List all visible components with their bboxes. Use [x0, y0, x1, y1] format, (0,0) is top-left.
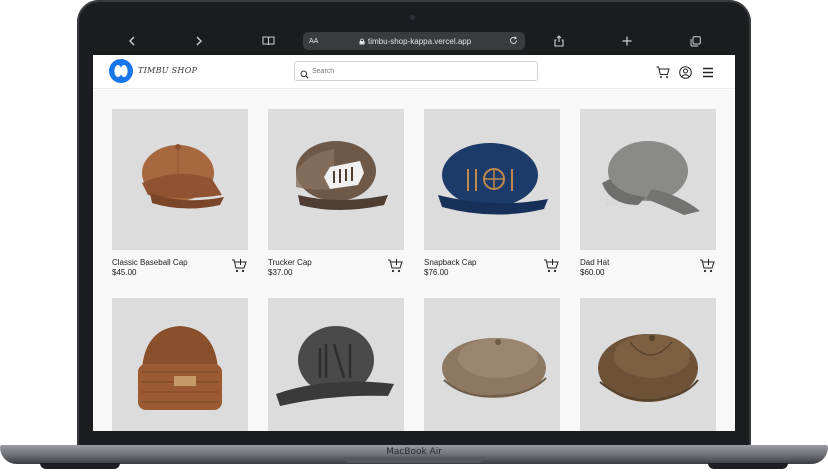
- camera-dot: [410, 15, 415, 20]
- product-image[interactable]: [424, 109, 560, 250]
- product-price: $45.00: [112, 268, 137, 277]
- product-name[interactable]: Classic Baseball Cap: [112, 258, 188, 267]
- product-image[interactable]: [580, 298, 716, 431]
- add-to-cart-icon[interactable]: [387, 257, 404, 274]
- product-card[interactable]: Trucker Cap $37.00: [268, 109, 404, 283]
- url-text: timbu-shop-kappa.vercel.app: [368, 36, 472, 46]
- product-image[interactable]: [112, 298, 248, 431]
- search-box[interactable]: [294, 61, 538, 81]
- search-icon: [300, 66, 309, 84]
- product-price: $60.00: [580, 268, 605, 277]
- lock-icon: [359, 38, 365, 44]
- product-price: $37.00: [268, 268, 293, 277]
- laptop-hinge-groove: [344, 457, 484, 463]
- browser-toolbar: AA timbu-shop-kappa.vercel.app: [93, 27, 735, 55]
- add-to-cart-icon[interactable]: [699, 257, 716, 274]
- add-to-cart-icon[interactable]: [231, 257, 248, 274]
- product-card[interactable]: [424, 298, 560, 431]
- product-image[interactable]: [268, 109, 404, 250]
- device-model-label: MacBook Air: [386, 447, 442, 457]
- product-name[interactable]: Trucker Cap: [268, 258, 312, 267]
- text-size-button[interactable]: AA: [309, 38, 318, 45]
- product-image[interactable]: [424, 298, 560, 431]
- laptop-screen: AA timbu-shop-kappa.vercel.app TIMBU SHO…: [93, 27, 735, 431]
- product-grid: Classic Baseball Cap $45.00 Trucker Cap: [93, 90, 735, 431]
- search-input[interactable]: [312, 65, 532, 78]
- shop-logo-icon[interactable]: [109, 59, 133, 83]
- product-name[interactable]: Dad Hat: [580, 258, 609, 267]
- reload-icon[interactable]: [509, 36, 518, 47]
- laptop-foot-right: [708, 463, 788, 469]
- tabs-overview-icon[interactable]: [687, 33, 703, 49]
- bookmarks-book-icon[interactable]: [260, 33, 276, 49]
- product-card[interactable]: [268, 298, 404, 431]
- product-card[interactable]: Classic Baseball Cap $45.00: [112, 109, 248, 283]
- product-price: $76.00: [424, 268, 449, 277]
- add-to-cart-icon[interactable]: [543, 257, 560, 274]
- logo-wordmark[interactable]: TIMBU SHOP: [138, 66, 197, 75]
- new-tab-plus-icon[interactable]: [619, 33, 635, 49]
- laptop-foot-left: [40, 463, 120, 469]
- product-image[interactable]: [580, 109, 716, 250]
- product-card[interactable]: [112, 298, 248, 431]
- product-card[interactable]: Snapback Cap $76.00: [424, 109, 560, 283]
- product-image[interactable]: [268, 298, 404, 431]
- product-card[interactable]: [580, 298, 716, 431]
- share-icon[interactable]: [551, 33, 567, 49]
- product-name[interactable]: Snapback Cap: [424, 258, 476, 267]
- product-card[interactable]: Dad Hat $60.00: [580, 109, 716, 283]
- forward-icon[interactable]: [191, 33, 207, 49]
- product-image[interactable]: [112, 109, 248, 250]
- site-header: TIMBU SHOP: [93, 55, 735, 89]
- back-icon[interactable]: [124, 33, 140, 49]
- cart-icon[interactable]: [655, 64, 671, 80]
- hamburger-menu-icon[interactable]: [700, 64, 716, 80]
- user-profile-icon[interactable]: [677, 64, 693, 80]
- address-bar[interactable]: AA timbu-shop-kappa.vercel.app: [303, 32, 525, 50]
